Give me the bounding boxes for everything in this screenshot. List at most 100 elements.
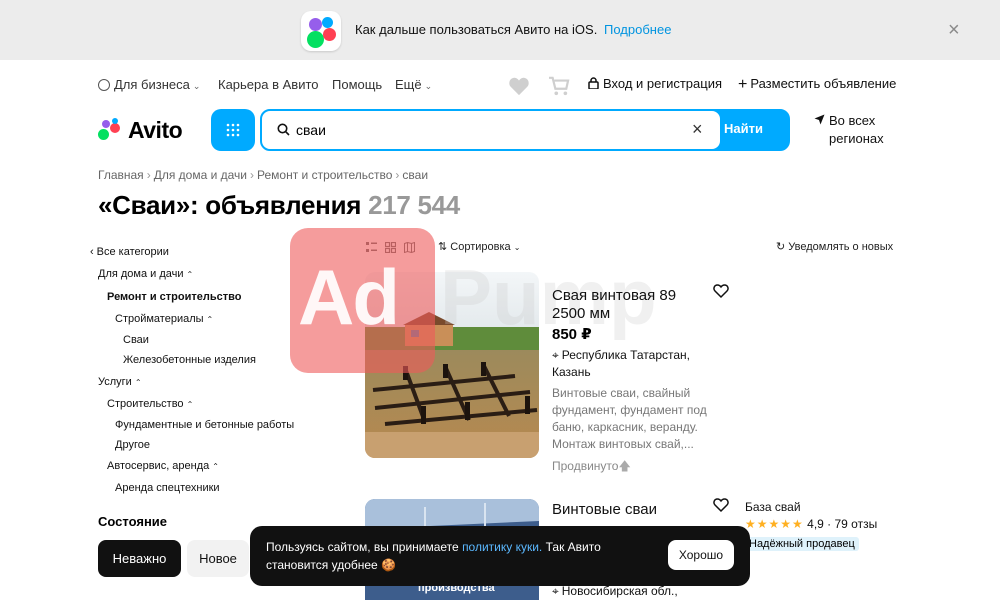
watermark-text: Ad	[298, 253, 400, 341]
banner-more-link[interactable]: Подробнее	[604, 22, 671, 37]
listing-title-line: 2500 мм	[552, 305, 611, 322]
rating-value: 4,9	[807, 517, 824, 531]
login-label: Вход и регистрация	[603, 76, 723, 91]
breadcrumb-item[interactable]: Для дома и дачи	[154, 168, 247, 182]
nav-business[interactable]: Для бизнеса ⌄	[98, 77, 200, 92]
search-field-wrap: ×	[262, 111, 720, 149]
promoted-badge: Продвинуто🡅	[552, 457, 631, 478]
breadcrumb-item[interactable]: Ремонт и строительство	[257, 168, 392, 182]
breadcrumb-item[interactable]: сваи	[402, 168, 428, 182]
sidebar-item-label: Стройматериалы	[115, 313, 204, 325]
search-input[interactable]	[296, 120, 676, 140]
chevron-up-icon: ⌃	[186, 400, 194, 409]
sidebar-item-label: Все категории	[96, 246, 169, 258]
plus-icon: +	[738, 76, 748, 93]
close-icon[interactable]: ×	[948, 20, 960, 40]
listing-title[interactable]: Винтовые сваи	[552, 501, 657, 519]
listing-price: 850 ₽	[552, 326, 592, 343]
favorite-heart-icon[interactable]	[713, 497, 729, 513]
ios-banner: Как дальше пользоваться Авито на iOS. По…	[0, 0, 1000, 60]
chevron-down-icon: ⌄	[192, 81, 201, 91]
search-bar: × Найти	[260, 109, 790, 151]
chevron-up-icon: ⌃	[134, 378, 142, 387]
sidebar-item-piles[interactable]: Сваи	[123, 334, 149, 346]
listing-title[interactable]: Свая винтовая 89 2500 мм	[552, 287, 676, 323]
location-arrow-icon	[814, 114, 825, 125]
grid-dots-icon	[226, 123, 240, 137]
page-title-text: «Сваи»: объявления	[98, 190, 362, 220]
breadcrumb-item[interactable]: Главная	[98, 168, 144, 182]
chevron-down-icon: ⌄	[513, 243, 521, 252]
breadcrumb: Главная › Для дома и дачи › Ремонт и строите…	[98, 168, 429, 182]
banner-text: Как дальше пользоваться Авито на iOS.	[355, 22, 598, 37]
sidebar-item-home[interactable]: Для дома и дачи ⌃	[98, 268, 193, 280]
logo-dots-icon	[98, 118, 124, 142]
avito-logo[interactable]: Avito	[98, 116, 183, 144]
sidebar-item-label: Строительство	[107, 398, 184, 410]
sidebar-item-label: Для дома и дачи	[98, 268, 184, 280]
region-line2: регионах	[829, 131, 884, 146]
categories-button[interactable]	[211, 109, 255, 151]
listing-title-line: Свая винтовая 89	[552, 287, 677, 304]
avito-app-icon[interactable]	[301, 11, 341, 51]
nav-career[interactable]: Карьера в Авито	[218, 77, 319, 92]
cart-icon[interactable]	[548, 76, 570, 96]
chevron-up-icon: ⌃	[206, 315, 214, 324]
cookie-policy-link[interactable]: политику куки.	[462, 540, 542, 554]
sidebar-item-repair[interactable]: Ремонт и строительство	[107, 291, 241, 303]
bell-refresh-icon: ↻	[776, 241, 786, 253]
condition-filter-title: Состояние	[98, 514, 168, 529]
sidebar-item-autoservice[interactable]: Автосервис, аренда ⌃	[107, 460, 219, 472]
sidebar-item-foundation[interactable]: Фундаментные и бетонные работы	[115, 419, 294, 431]
sidebar-item-label: Автосервис, аренда	[107, 460, 210, 472]
location-pin-icon: ⌖	[552, 348, 559, 362]
listing-location: ⌖ Республика Татарстан, Казань	[552, 347, 690, 381]
arrow-up-icon: 🡅	[618, 459, 631, 473]
condition-new-chip[interactable]: Новое	[187, 540, 249, 577]
condition-any-chip[interactable]: Неважно	[98, 540, 181, 577]
chevron-down-icon: ⌄	[424, 81, 433, 91]
search-submit-button[interactable]: Найти	[724, 121, 763, 136]
nav-more-label: Ещё	[395, 77, 422, 92]
reviews-count: 79 отзы	[834, 517, 878, 531]
favorites-heart-icon[interactable]	[508, 76, 530, 96]
login-link[interactable]: Вход и регистрация	[588, 76, 722, 91]
search-icon	[277, 123, 290, 136]
listing-location-line: Республика Татарстан,	[561, 348, 691, 362]
sidebar-item-rent[interactable]: Аренда спецтехники	[115, 482, 220, 494]
cookie-accept-button[interactable]: Хорошо	[668, 540, 734, 570]
sidebar-item-concrete[interactable]: Железобетонные изделия	[123, 354, 256, 366]
cookie-text: Пользуясь сайтом, вы принимаете политику…	[266, 538, 646, 574]
listing-description: Винтовые сваи, свайный фундамент, фундам…	[552, 386, 707, 451]
nav-help[interactable]: Помощь	[332, 77, 382, 92]
favorite-heart-icon[interactable]	[713, 283, 729, 299]
sidebar-item-services[interactable]: Услуги ⌃	[98, 376, 142, 388]
region-selector[interactable]: Во всех регионах	[814, 112, 884, 148]
chevron-up-icon: ⌃	[212, 462, 219, 471]
sidebar-item-label: Услуги	[98, 376, 132, 388]
nav-more[interactable]: Ещё ⌄	[395, 77, 432, 92]
results-count: 217 544	[368, 190, 460, 220]
lock-icon	[588, 77, 599, 90]
nav-business-label: Для бизнеса	[114, 77, 190, 92]
page-title: «Сваи»: объявления 217 544	[98, 190, 460, 221]
cookie-text-before: Пользуясь сайтом, вы принимаете	[266, 540, 459, 554]
reliable-seller-badge: Надёжный продавец	[745, 537, 859, 551]
notify-label: Уведомлять о новых	[788, 241, 894, 253]
sidebar-item-construction[interactable]: Строительство ⌃	[107, 398, 193, 410]
promoted-label: Продвинуто	[552, 459, 619, 473]
logo-text: Avito	[128, 116, 183, 143]
post-ad-label: Разместить объявление	[750, 76, 897, 91]
sidebar-item-all[interactable]: ‹ Все категории	[90, 246, 169, 258]
sidebar-item-materials[interactable]: Стройматериалы ⌃	[115, 313, 213, 325]
chevron-up-icon: ⌃	[186, 270, 194, 279]
sidebar-item-other[interactable]: Другое	[115, 439, 150, 451]
notify-new-button[interactable]: ↻ Уведомлять о новых	[776, 240, 893, 253]
location-pin-icon: ⌖	[552, 584, 559, 598]
seller-rating[interactable]: ★★★★★ 4,9 · 79 отзы	[745, 517, 877, 531]
clear-search-icon[interactable]: ×	[692, 119, 703, 139]
post-ad-link[interactable]: + Разместить объявление	[738, 76, 896, 94]
cookie-notice: Пользуясь сайтом, вы принимаете политику…	[250, 526, 750, 586]
seller-name[interactable]: База свай	[745, 500, 801, 514]
briefcase-icon	[98, 79, 110, 91]
